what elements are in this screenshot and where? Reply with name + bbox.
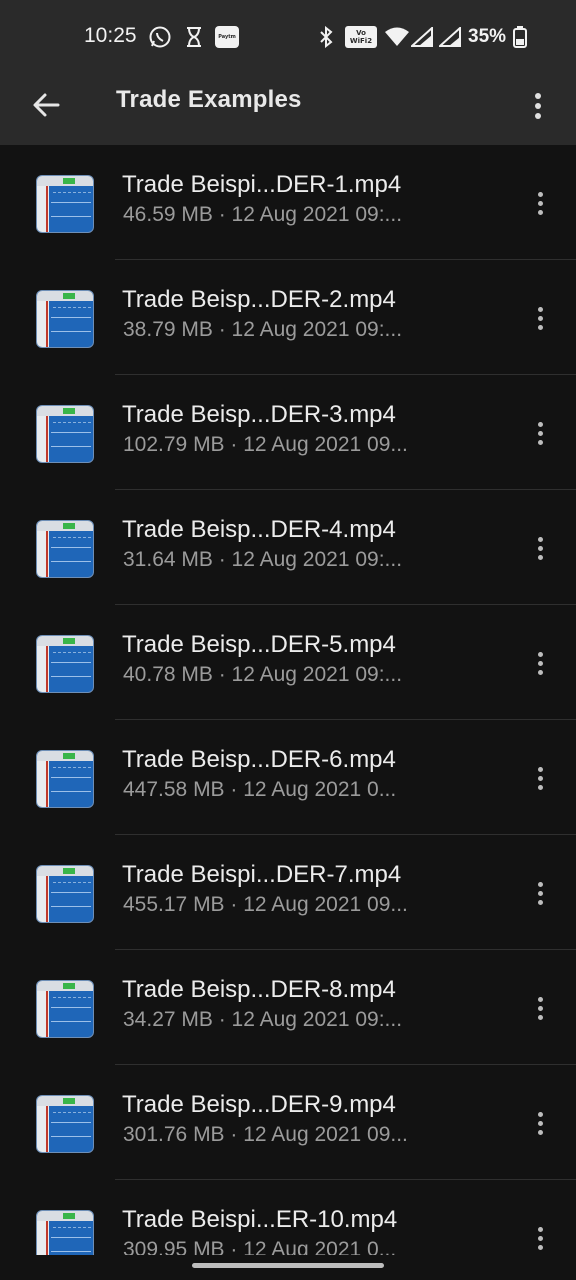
more-vert-icon — [537, 421, 543, 427]
file-meta: 34.27 MB · 12 Aug 2021 09:... — [123, 1008, 403, 1031]
more-vert-icon — [537, 1226, 543, 1232]
file-list: Trade Beispi...DER-1.mp4 46.59 MB · 12 A… — [0, 145, 576, 1255]
item-more-button[interactable] — [528, 875, 552, 911]
file-name: Trade Beisp...DER-6.mp4 — [122, 746, 396, 773]
file-name: Trade Beispi...DER-1.mp4 — [122, 171, 402, 198]
more-vert-icon — [537, 306, 543, 312]
item-more-button[interactable] — [528, 185, 552, 221]
more-vert-icon — [535, 93, 541, 99]
hourglass-icon — [182, 24, 206, 50]
wifi-icon — [384, 24, 410, 50]
more-vert-icon — [537, 881, 543, 887]
app-bar: Trade Examples — [0, 74, 576, 145]
more-vert-icon — [537, 996, 543, 1002]
file-list-item[interactable]: Trade Beispi...DER-1.mp4 46.59 MB · 12 A… — [0, 145, 576, 260]
signal-icon — [410, 24, 434, 50]
file-name: Trade Beispi...ER-10.mp4 — [122, 1206, 398, 1233]
status-bar: 10:25 Paytm Vo WiFi2 35% — [0, 0, 576, 74]
file-name: Trade Beisp...DER-8.mp4 — [122, 976, 396, 1003]
status-time: 10:25 — [84, 24, 137, 47]
item-more-button[interactable] — [528, 645, 552, 681]
page-title: Trade Examples — [116, 86, 302, 113]
item-more-button[interactable] — [528, 1105, 552, 1141]
file-name: Trade Beisp...DER-2.mp4 — [122, 286, 396, 313]
vowifi-icon: Vo WiFi2 — [344, 24, 378, 50]
battery-percentage: 35% — [468, 26, 507, 47]
file-list-item[interactable]: Trade Beisp...DER-8.mp4 34.27 MB · 12 Au… — [0, 950, 576, 1065]
overflow-menu-button[interactable] — [522, 84, 554, 128]
file-name: Trade Beisp...DER-4.mp4 — [122, 516, 396, 543]
file-list-item[interactable]: Trade Beisp...DER-5.mp4 40.78 MB · 12 Au… — [0, 605, 576, 720]
file-list-item[interactable]: Trade Beisp...DER-9.mp4 301.76 MB · 12 A… — [0, 1065, 576, 1180]
battery-icon — [512, 24, 528, 50]
video-thumbnail — [36, 290, 94, 348]
file-meta: 102.79 MB · 12 Aug 2021 09... — [123, 433, 408, 456]
file-list-item[interactable]: Trade Beisp...DER-6.mp4 447.58 MB · 12 A… — [0, 720, 576, 835]
file-list-item[interactable]: Trade Beispi...ER-10.mp4 309.95 MB · 12 … — [0, 1180, 576, 1255]
video-thumbnail — [36, 865, 94, 923]
more-vert-icon — [537, 191, 543, 197]
gesture-bar[interactable] — [192, 1263, 384, 1268]
file-name: Trade Beisp...DER-5.mp4 — [122, 631, 396, 658]
file-meta: 38.79 MB · 12 Aug 2021 09:... — [123, 318, 403, 341]
item-more-button[interactable] — [528, 990, 552, 1026]
file-name: Trade Beisp...DER-3.mp4 — [122, 401, 396, 428]
video-thumbnail — [36, 520, 94, 578]
file-name: Trade Beispi...DER-7.mp4 — [122, 861, 402, 888]
file-meta: 447.58 MB · 12 Aug 2021 0... — [123, 778, 397, 801]
more-vert-icon — [537, 766, 543, 772]
video-thumbnail — [36, 980, 94, 1038]
file-list-item[interactable]: Trade Beisp...DER-2.mp4 38.79 MB · 12 Au… — [0, 260, 576, 375]
item-more-button[interactable] — [528, 530, 552, 566]
more-vert-icon — [537, 651, 543, 657]
file-meta: 46.59 MB · 12 Aug 2021 09:... — [123, 203, 403, 226]
file-meta: 40.78 MB · 12 Aug 2021 09:... — [123, 663, 403, 686]
back-button[interactable] — [26, 85, 66, 125]
video-thumbnail — [36, 750, 94, 808]
file-meta: 301.76 MB · 12 Aug 2021 09... — [123, 1123, 408, 1146]
item-more-button[interactable] — [528, 760, 552, 796]
file-list-item[interactable]: Trade Beisp...DER-4.mp4 31.64 MB · 12 Au… — [0, 490, 576, 605]
signal-icon — [438, 24, 462, 50]
file-meta: 309.95 MB · 12 Aug 2021 0... — [123, 1238, 397, 1255]
arrow-back-icon — [33, 93, 60, 117]
item-more-button[interactable] — [528, 300, 552, 336]
file-name: Trade Beisp...DER-9.mp4 — [122, 1091, 396, 1118]
whatsapp-icon — [147, 24, 173, 50]
video-thumbnail — [36, 635, 94, 693]
file-meta: 31.64 MB · 12 Aug 2021 09:... — [123, 548, 403, 571]
file-list-item[interactable]: Trade Beispi...DER-7.mp4 455.17 MB · 12 … — [0, 835, 576, 950]
more-vert-icon — [537, 536, 543, 542]
item-more-button[interactable] — [528, 415, 552, 451]
video-thumbnail — [36, 1095, 94, 1153]
video-thumbnail — [36, 175, 94, 233]
bluetooth-icon — [316, 24, 336, 50]
paytm-icon: Paytm — [214, 24, 240, 50]
video-thumbnail — [36, 405, 94, 463]
file-list-item[interactable]: Trade Beisp...DER-3.mp4 102.79 MB · 12 A… — [0, 375, 576, 490]
file-meta: 455.17 MB · 12 Aug 2021 09... — [123, 893, 408, 916]
item-more-button[interactable] — [528, 1220, 552, 1255]
video-thumbnail — [36, 1210, 94, 1255]
more-vert-icon — [537, 1111, 543, 1117]
